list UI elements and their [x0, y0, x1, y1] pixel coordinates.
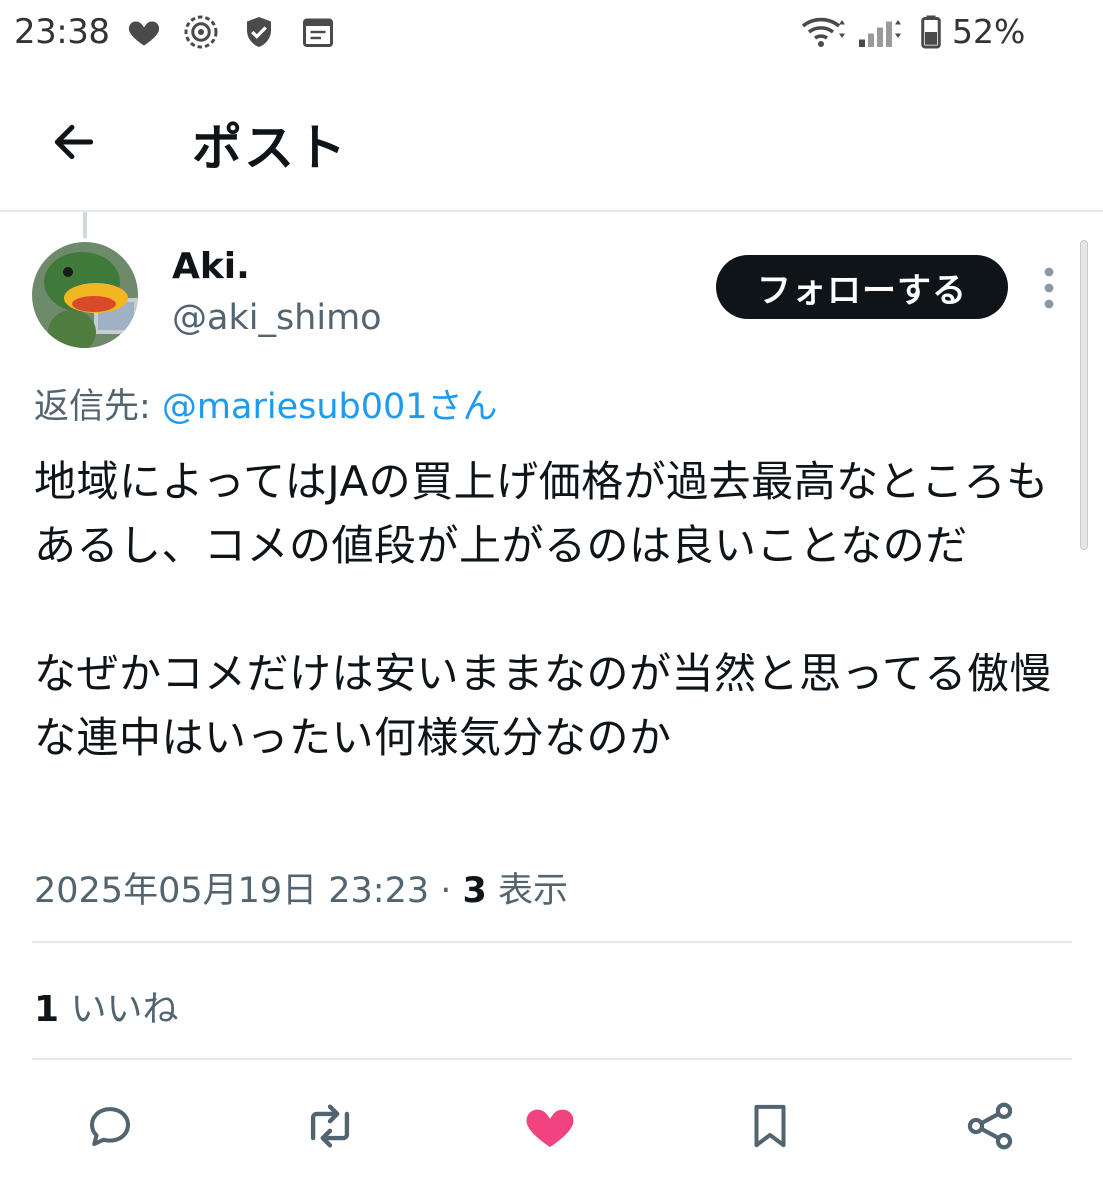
likes-summary[interactable]: 1 いいね [34, 980, 179, 1032]
post-meta: 2025年05月19日 23:23 · 3 表示 [34, 862, 568, 913]
bookmark-button[interactable] [738, 1094, 802, 1158]
like-button[interactable] [518, 1094, 582, 1158]
calendar-icon [303, 18, 333, 47]
reply-icon [89, 1107, 131, 1147]
page-title: ポスト [192, 119, 348, 177]
author-name[interactable]: Aki. [172, 246, 250, 287]
top-app-bar: ポスト [0, 70, 1103, 210]
reply-to-prefix: 返信先: [34, 387, 162, 427]
status-bar: 23:38 52% [0, 0, 1103, 64]
bookmark-icon [754, 1104, 786, 1148]
divider-stats [32, 1058, 1072, 1060]
reply-to-line: 返信先: @mariesub001さん [34, 378, 498, 429]
arrow-left-icon [54, 124, 94, 160]
battery-icon [921, 15, 941, 49]
post-timestamp[interactable]: 2025年05月19日 23:23 [34, 871, 429, 911]
scrollbar[interactable] [1080, 240, 1088, 550]
avatar-duck-puppet-icon [32, 242, 138, 348]
views-count: 3 [462, 871, 487, 911]
wifi-icon [801, 17, 845, 47]
shield-check-icon [247, 17, 271, 47]
post-text: 地域によってはJAの買上げ価格が過去最高なところもあるし、コメの値段が上がるのは… [34, 457, 1052, 762]
share-button[interactable] [958, 1094, 1022, 1158]
share-icon [967, 1102, 1013, 1150]
status-time: 23:38 [14, 12, 110, 52]
more-options-icon[interactable] [1036, 264, 1062, 312]
thread-connector-line [83, 212, 87, 238]
author-handle[interactable]: @aki_shimo [172, 298, 382, 338]
views-label: 表示 [486, 871, 569, 911]
like-icon [526, 1109, 574, 1147]
reply-to-handle-link[interactable]: @mariesub001さん [162, 387, 498, 427]
battery-percent: 52% [952, 12, 1026, 51]
header-divider [0, 210, 1103, 212]
follow-button[interactable]: フォローする [716, 255, 1008, 319]
meta-separator: · [429, 871, 463, 911]
likes-label: いいね [59, 989, 179, 1030]
heart-icon [128, 21, 160, 46]
back-button[interactable] [42, 110, 106, 174]
hotspot-icon [184, 15, 218, 49]
retweet-icon [310, 1104, 350, 1148]
divider-meta [32, 941, 1072, 943]
signal-icon [859, 20, 901, 47]
likes-count: 1 [34, 989, 60, 1030]
repost-button[interactable] [298, 1094, 362, 1158]
reply-button[interactable] [78, 1094, 142, 1158]
avatar[interactable] [32, 242, 138, 348]
